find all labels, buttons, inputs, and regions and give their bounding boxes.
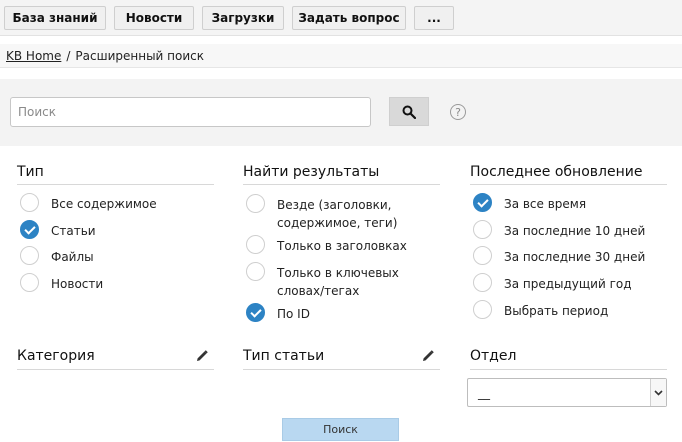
find-option-by-id[interactable]: По ID [246,303,310,323]
radio-unchecked-icon [20,246,39,265]
department-section: Отдел [470,348,667,370]
updated-option-all-time[interactable]: За все время [473,193,586,213]
radio-unchecked-icon [20,273,39,292]
radio-unchecked-icon [20,193,39,212]
radio-unchecked-icon [473,246,492,265]
article-type-section: Тип статьи [243,348,440,370]
type-option-label: Новости [51,277,104,291]
radio-unchecked-icon [473,273,492,292]
filter-type: Тип [17,164,214,185]
find-option-label: Только в заголовках [277,239,407,253]
breadcrumb-current: Расширенный поиск [75,48,204,63]
search-panel: ? [0,79,682,146]
type-option-articles[interactable]: Статьи [20,220,96,240]
nav-knowledge-base-button[interactable]: База знаний [4,6,106,30]
search-input[interactable] [10,97,371,127]
updated-option-custom-period[interactable]: Выбрать период [473,300,608,320]
filter-find-title: Найти результаты [243,164,440,185]
chevron-down-icon [650,379,666,406]
search-button[interactable] [389,97,429,126]
filter-updated-title: Последнее обновление [470,164,667,185]
type-option-label: Файлы [51,250,94,264]
nav-more-button[interactable]: ... [414,6,454,30]
radio-unchecked-icon [246,235,265,254]
pencil-icon[interactable] [196,350,208,362]
updated-option-label: За все время [504,197,587,211]
find-option-everywhere[interactable]: Везде (заголовки, содержимое, теги) [246,194,436,232]
filter-updated: Последнее обновление [470,164,667,185]
radio-checked-icon [473,193,492,212]
type-option-label: Все содержимое [51,197,157,211]
type-option-files[interactable]: Файлы [20,246,94,266]
radio-unchecked-icon [473,300,492,319]
type-option-all[interactable]: Все содержимое [20,193,157,213]
updated-option-previous-year[interactable]: За предыдущий год [473,273,632,293]
updated-option-label: Выбрать период [504,304,609,318]
department-select[interactable]: __ [467,378,667,407]
updated-option-label: За предыдущий год [504,277,632,291]
radio-unchecked-icon [246,194,265,213]
department-title: Отдел [470,348,517,364]
nav-news-button[interactable]: Новости [114,6,194,30]
find-option-label: Только в ключевых словах/тегах [277,266,399,298]
nav-downloads-button[interactable]: Загрузки [202,6,284,30]
updated-option-10-days[interactable]: За последние 10 дней [473,220,645,240]
type-option-news[interactable]: Новости [20,273,103,293]
type-option-label: Статьи [51,224,96,238]
find-option-keywords[interactable]: Только в ключевых словах/тегах [246,262,436,300]
radio-checked-icon [20,220,39,239]
updated-option-30-days[interactable]: За последние 30 дней [473,246,645,266]
pencil-icon[interactable] [422,350,434,362]
top-navigation: База знаний Новости Загрузки Задать вопр… [0,0,682,36]
radio-unchecked-icon [473,220,492,239]
filter-type-title: Тип [17,164,214,185]
search-icon [402,105,416,119]
find-option-label: Везде (заголовки, содержимое, теги) [277,198,398,230]
filter-find: Найти результаты [243,164,440,185]
nav-ask-question-button[interactable]: Задать вопрос [292,6,406,30]
category-section: Категория [17,348,214,370]
find-option-label: По ID [277,307,310,321]
radio-checked-icon [246,303,265,322]
article-type-title: Тип статьи [243,348,325,364]
breadcrumb-separator: / [66,48,71,63]
breadcrumb-home-link[interactable]: KB Home [6,49,61,63]
updated-option-label: За последние 30 дней [504,250,646,264]
breadcrumb: KB Home / Расширенный поиск [0,44,682,68]
help-icon[interactable]: ? [450,104,466,120]
updated-option-label: За последние 10 дней [504,224,646,238]
submit-search-button[interactable]: Поиск [282,418,399,441]
radio-unchecked-icon [246,262,265,281]
category-title: Категория [17,348,95,364]
find-option-titles[interactable]: Только в заголовках [246,235,407,255]
department-select-value: __ [478,385,490,400]
